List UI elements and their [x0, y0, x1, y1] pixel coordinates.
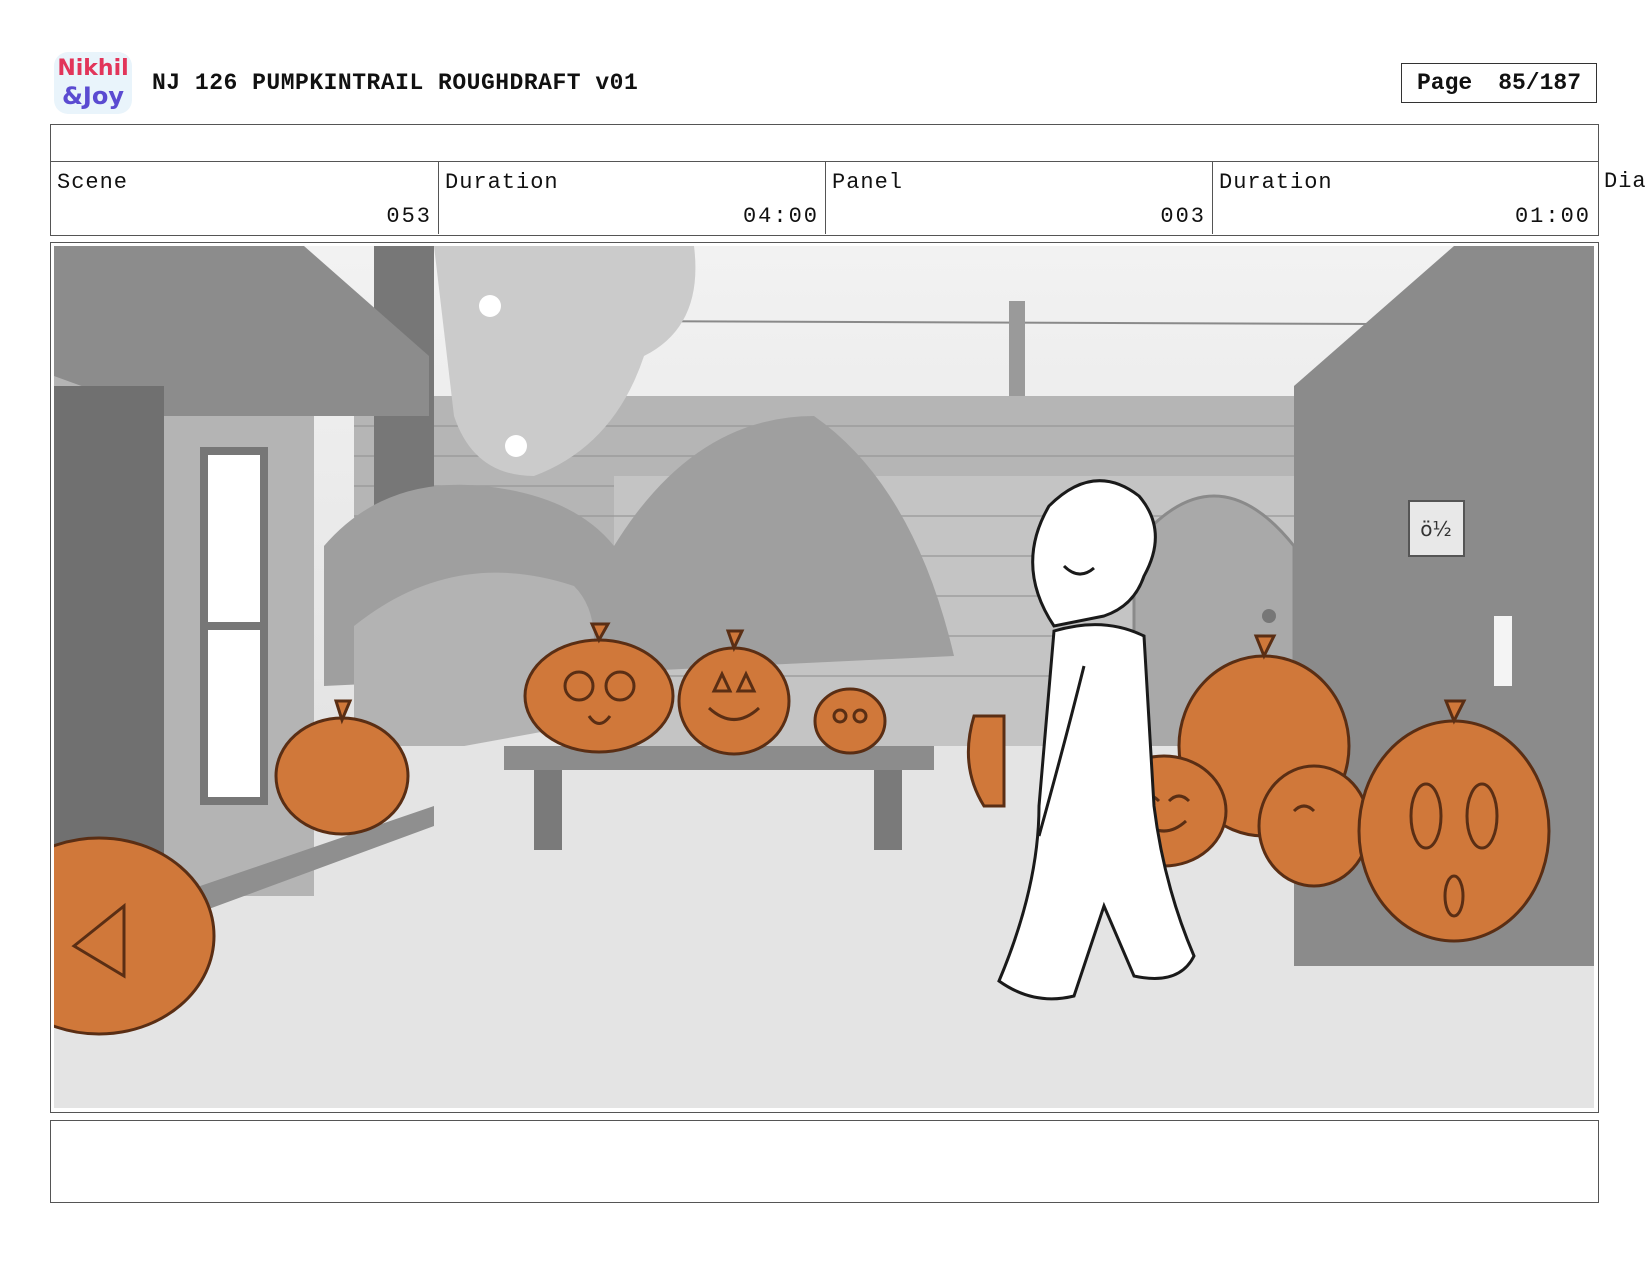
logo-text-joy: &Joy	[62, 82, 124, 110]
bench-leg	[534, 770, 562, 850]
scene-duration-label: Duration	[445, 170, 559, 195]
scene-number: 053	[386, 204, 432, 229]
scene-duration-value: 04:00	[742, 204, 819, 229]
jack-o-lantern-wink	[1257, 764, 1371, 888]
door-knob	[1262, 609, 1276, 623]
show-logo: Nikhil &Joy	[52, 48, 134, 118]
panel-illustration: ö½	[54, 246, 1594, 1108]
tree-flower	[479, 295, 501, 317]
utility-pole	[1009, 301, 1025, 401]
panel-duration-value: 01:00	[1514, 204, 1591, 229]
jack-o-lantern-small	[813, 687, 887, 755]
scene-duration-cell: Duration 04:00	[439, 162, 826, 234]
storyboard-panel: ö½	[50, 242, 1599, 1113]
tree-flower	[505, 435, 527, 457]
shed-sign-text: ö½	[1420, 517, 1452, 541]
scene-label: Scene	[57, 170, 129, 195]
panel-label: Panel	[832, 170, 904, 195]
panel-number: 003	[1160, 204, 1206, 229]
header-blank-row	[50, 124, 1599, 162]
shed-handle	[1494, 616, 1512, 686]
scene-cell: Scene 053	[51, 162, 439, 234]
panel-cell: Panel 003	[826, 162, 1213, 234]
dialogue-label-cut-off: Dia	[1604, 169, 1647, 194]
logo-text-nikhil: Nikhil	[57, 56, 128, 81]
info-row: Scene 053 Duration 04:00 Panel 003 Durat…	[50, 161, 1599, 236]
page-number: 85/187	[1498, 70, 1582, 96]
house-doorway	[54, 386, 164, 916]
bench-leg	[874, 770, 902, 850]
notes-box	[50, 1120, 1599, 1203]
panel-duration-cell: Duration 01:00	[1213, 162, 1597, 234]
panel-duration-label: Duration	[1219, 170, 1333, 195]
page-label: Page	[1416, 70, 1473, 96]
page-indicator: Page 85/187	[1401, 63, 1597, 103]
document-title: NJ 126 PUMPKINTRAIL ROUGHDRAFT v01	[152, 70, 639, 96]
